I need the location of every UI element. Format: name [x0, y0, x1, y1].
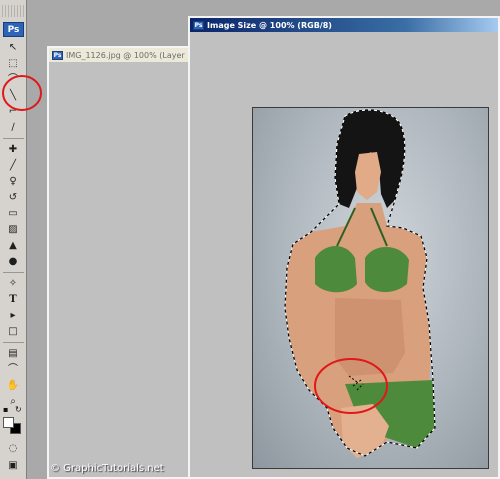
document-title-bar[interactable]: Ps Image Size @ 100% (RGB/8) [190, 18, 498, 32]
lasso-tool-icon[interactable]: ⌒ [3, 72, 23, 87]
face-shape [355, 152, 381, 200]
type-tool-icon[interactable]: T [3, 292, 23, 307]
photoshop-doc-icon: Ps [52, 50, 63, 60]
crop-tool-icon[interactable]: ⌐ [3, 104, 23, 119]
tools-panel: Ps ↖ ⬚ ⌒ ╲ ⌐ ∕ ✚ ╱ ♀ ↺ ▭ ▨ ▲ ● ✧ T ▸ □ ▤… [0, 0, 27, 479]
slice-tool-icon[interactable]: ∕ [3, 120, 23, 135]
copyright-watermark: © GraphicTutorials.net [50, 463, 164, 474]
swap-colors-icon[interactable]: ↻ [15, 405, 22, 414]
hand-tool-icon[interactable]: ✋ [3, 378, 23, 393]
tools-separator [3, 272, 24, 273]
bikini-top [365, 246, 409, 293]
history-brush-tool-icon[interactable]: ↺ [3, 190, 23, 205]
clone-stamp-tool-icon[interactable]: ♀ [3, 174, 23, 189]
photo-illustration [284, 109, 436, 458]
blur-tool-icon[interactable]: ▲ [3, 238, 23, 253]
notes-tool-icon[interactable]: ▤ [3, 346, 23, 361]
torso-shading [335, 298, 405, 376]
gradient-tool-icon[interactable]: ▨ [3, 222, 23, 237]
pen-tool-icon[interactable]: ✧ [3, 276, 23, 291]
move-tool-icon[interactable]: ↖ [3, 40, 23, 55]
brush-tool-icon[interactable]: ╱ [3, 158, 23, 173]
path-selection-tool-icon[interactable]: ▸ [3, 308, 23, 323]
tools-panel-grip[interactable] [2, 5, 25, 17]
magic-wand-tool-icon[interactable]: ╲ [3, 88, 23, 103]
quick-mask-icon[interactable]: ◌ [3, 441, 23, 456]
document-title: Image Size @ 100% (RGB/8) [207, 20, 332, 30]
document-window-img-1126[interactable]: Ps IMG_1126.jpg @ 100% (Layer 1 [47, 46, 197, 479]
photoshop-doc-icon: Ps [193, 20, 204, 30]
tools-separator [3, 342, 24, 343]
image-canvas[interactable] [252, 107, 489, 469]
screen-mode-icon[interactable]: ▣ [3, 458, 23, 473]
tools-separator [3, 138, 24, 139]
foreground-color-swatch[interactable] [3, 417, 14, 428]
healing-brush-tool-icon[interactable]: ✚ [3, 142, 23, 157]
shape-tool-icon[interactable]: □ [3, 324, 23, 339]
bikini-top [315, 245, 357, 293]
eraser-tool-icon[interactable]: ▭ [3, 206, 23, 221]
marquee-tool-icon[interactable]: ⬚ [3, 56, 23, 71]
document-title-bar[interactable]: Ps IMG_1126.jpg @ 100% (Layer 1 [49, 48, 195, 62]
photoshop-logo[interactable]: Ps [3, 22, 24, 37]
default-colors-icon[interactable]: ▪ [3, 405, 8, 414]
eyedropper-tool-icon[interactable]: ⌒ [3, 362, 23, 377]
document-title: IMG_1126.jpg @ 100% (Layer 1 [66, 50, 193, 60]
dodge-tool-icon[interactable]: ● [3, 254, 23, 269]
